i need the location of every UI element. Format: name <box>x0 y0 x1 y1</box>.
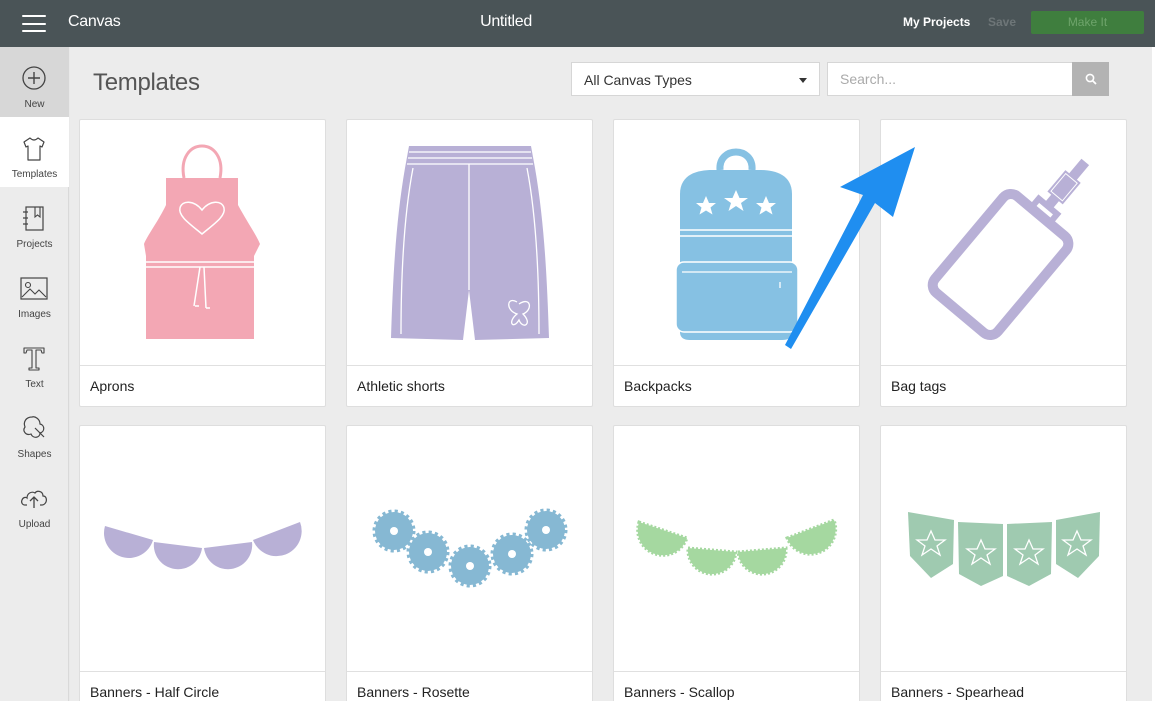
card-divider <box>347 365 592 366</box>
template-thumbnail <box>347 426 592 671</box>
sidebar-item-images[interactable]: Images <box>0 257 69 327</box>
canvas-type-select[interactable]: All Canvas Types <box>571 62 820 96</box>
template-card-backpacks[interactable]: Backpacks <box>613 119 860 407</box>
sidebar-item-new[interactable]: New <box>0 47 69 117</box>
template-label: Banners - Rosette <box>357 684 470 700</box>
sidebar-label: Text <box>25 379 44 390</box>
canvas-type-selected: All Canvas Types <box>584 72 692 88</box>
card-divider <box>80 365 325 366</box>
template-label: Backpacks <box>624 378 692 394</box>
card-divider <box>614 365 859 366</box>
search-button[interactable] <box>1072 62 1109 96</box>
template-card-aprons[interactable]: Aprons <box>79 119 326 407</box>
sidebar-label: New <box>24 99 45 110</box>
search-input[interactable] <box>827 62 1072 96</box>
template-card-banners-scallop[interactable]: Banners - Scallop <box>613 425 860 701</box>
template-label: Aprons <box>90 378 135 394</box>
sidebar-item-projects[interactable]: Projects <box>0 187 69 257</box>
scallop-banner-icon <box>636 518 838 576</box>
template-card-bag-tags[interactable]: Bag tags <box>880 119 1127 407</box>
template-label: Banners - Spearhead <box>891 684 1025 700</box>
card-divider <box>80 671 325 672</box>
template-label: Banners - Scallop <box>624 684 735 700</box>
left-sidebar: New Templates Projects Images Text Shape… <box>0 47 69 701</box>
shorts-icon <box>391 146 549 340</box>
sidebar-item-upload[interactable]: Upload <box>0 467 69 537</box>
search-icon <box>1085 73 1097 85</box>
apron-icon <box>144 144 260 339</box>
template-label: Banners - Half Circle <box>90 684 220 700</box>
template-card-banners-rosette[interactable]: Banners - Rosette <box>346 425 593 701</box>
sidebar-label: Shapes <box>17 449 52 460</box>
plus-circle-icon <box>22 66 46 90</box>
card-divider <box>881 671 1126 672</box>
page-title: Templates <box>93 69 200 96</box>
template-thumbnail <box>881 426 1126 671</box>
notebook-icon <box>23 206 44 231</box>
chevron-down-icon <box>799 78 807 83</box>
half-circle-banner-icon <box>104 522 302 570</box>
upload-cloud-icon <box>21 490 47 508</box>
sidebar-item-text[interactable]: Text <box>0 327 69 397</box>
template-card-banners-spearhead[interactable]: Banners - Spearhead <box>880 425 1127 701</box>
text-icon <box>23 347 45 371</box>
image-icon <box>20 277 48 300</box>
template-thumbnail <box>881 120 1126 365</box>
document-title[interactable]: Untitled <box>0 13 1012 31</box>
template-label: Athletic shorts <box>357 378 445 394</box>
rosette-banner-icon <box>372 508 568 588</box>
template-card-banners-half-circle[interactable]: Banners - Half Circle <box>79 425 326 701</box>
card-divider <box>347 671 592 672</box>
sidebar-label: Templates <box>11 169 58 180</box>
card-divider <box>614 671 859 672</box>
bag-tag-icon <box>927 158 1090 340</box>
shapes-icon <box>23 416 45 438</box>
template-thumbnail <box>347 120 592 365</box>
template-thumbnail <box>80 426 325 671</box>
template-card-athletic-shorts[interactable]: Athletic shorts <box>346 119 593 407</box>
top-bar: Canvas Untitled My Projects Save Make It <box>0 0 1155 47</box>
tshirt-icon <box>23 137 45 161</box>
sidebar-label: Projects <box>16 239 53 250</box>
my-projects-link[interactable]: My Projects <box>903 15 970 29</box>
template-label: Bag tags <box>891 378 947 394</box>
spearhead-banner-icon <box>908 512 1100 586</box>
sidebar-item-shapes[interactable]: Shapes <box>0 397 69 467</box>
main-content: Templates All Canvas Types Aprons <box>70 47 1155 701</box>
sidebar-label: Images <box>18 309 51 320</box>
sidebar-label: Upload <box>18 519 51 530</box>
sidebar-item-templates[interactable]: Templates <box>0 117 69 187</box>
save-button[interactable]: Save <box>988 15 1016 29</box>
backpack-icon <box>675 148 799 340</box>
make-it-button[interactable]: Make It <box>1031 11 1144 34</box>
card-divider <box>881 365 1126 366</box>
template-thumbnail <box>80 120 325 365</box>
template-thumbnail <box>614 426 859 671</box>
template-thumbnail <box>614 120 859 365</box>
